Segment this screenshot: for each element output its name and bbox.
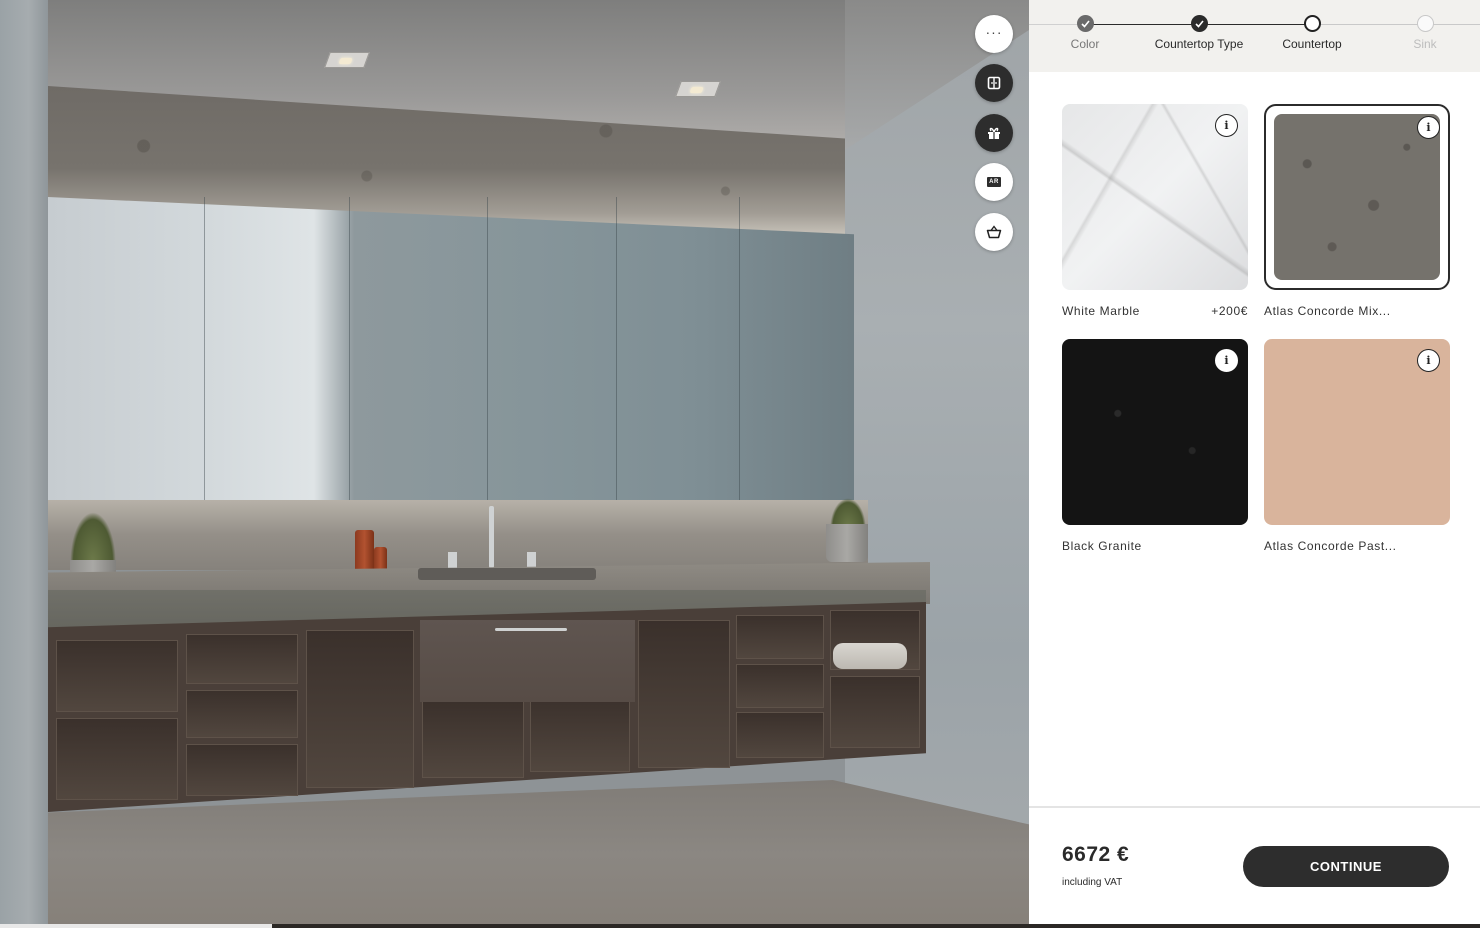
basket-button[interactable] — [975, 213, 1013, 251]
step-sink: Sink — [1365, 15, 1480, 51]
accessories-button[interactable] — [975, 114, 1013, 152]
info-icon[interactable]: i — [1417, 349, 1440, 372]
swatch-frame-selected: i — [1264, 104, 1450, 290]
ar-icon: AR — [987, 177, 1001, 187]
scene-viewport[interactable]: ··· AR — [0, 0, 1029, 928]
ar-view-button[interactable]: AR — [975, 163, 1013, 201]
option-name: Atlas Concorde Mix... — [1264, 304, 1391, 318]
upcoming-step-icon — [1416, 15, 1434, 32]
step-countertop-type[interactable]: Countertop Type — [1139, 15, 1259, 51]
mirror-seam — [204, 197, 205, 507]
mirror-seam — [739, 197, 740, 507]
bottom-bar-light — [0, 924, 272, 928]
swatch-image — [1274, 114, 1440, 280]
cabinet-cubby — [830, 676, 920, 748]
total-price: 6672 € — [1062, 843, 1130, 866]
mirror-cabinet[interactable] — [48, 197, 854, 507]
cabinet-cubby — [736, 664, 824, 708]
mirror-seam — [616, 197, 617, 507]
step-label: Countertop — [1282, 37, 1342, 51]
cabinet-cubby — [186, 744, 298, 796]
cabinet-cubby — [530, 694, 630, 772]
backsplash — [48, 500, 868, 570]
sink[interactable] — [418, 568, 596, 580]
wardrobe-door-icon — [987, 76, 1001, 90]
basket-icon — [986, 225, 1002, 239]
progress-stepper: Color Countertop Type Countertop Sink — [1029, 0, 1480, 72]
vat-note: including VAT — [1062, 877, 1123, 888]
option-white-marble[interactable]: i White Marble +200€ — [1062, 104, 1248, 318]
cabinet-cubby — [186, 634, 298, 684]
option-name: Black Granite — [1062, 539, 1142, 553]
swatch-frame: i — [1062, 339, 1248, 525]
ceiling-spotlight — [675, 81, 721, 97]
mirror-seam — [349, 197, 350, 507]
info-icon[interactable]: i — [1417, 116, 1440, 139]
drawer-handle — [495, 628, 567, 631]
cabinet-cubby — [186, 690, 298, 738]
option-price: +200€ — [1211, 304, 1248, 318]
cabinet-doors-button[interactable] — [975, 64, 1013, 102]
option-atlas-concorde-mix[interactable]: i Atlas Concorde Mix... — [1264, 104, 1450, 318]
continue-button[interactable]: CONTINUE — [1243, 846, 1449, 887]
cabinet-cubby — [56, 718, 178, 800]
gift-icon — [988, 127, 1000, 139]
bathroom-configurator: ··· AR Color Countertop Type Countertop … — [0, 0, 1480, 928]
left-wall — [0, 0, 48, 928]
step-countertop[interactable]: Countertop — [1252, 15, 1372, 51]
step-label: Countertop Type — [1154, 37, 1244, 51]
mirror-seam — [487, 197, 488, 507]
step-label: Sink — [1413, 37, 1437, 51]
cabinet-cubby — [736, 615, 824, 659]
option-name: Atlas Concorde Past... — [1264, 539, 1397, 553]
current-step-icon — [1303, 15, 1321, 32]
more-options-button[interactable]: ··· — [975, 15, 1013, 53]
plant-pot — [826, 524, 868, 562]
swatch-frame: i — [1264, 339, 1450, 525]
faucet — [489, 506, 494, 568]
option-atlas-concorde-pastel[interactable]: i Atlas Concorde Past... — [1264, 339, 1450, 553]
option-name: White Marble — [1062, 304, 1140, 318]
plant — [70, 512, 116, 562]
check-icon — [1190, 15, 1208, 32]
floor — [48, 780, 1029, 928]
check-icon — [1076, 15, 1094, 32]
cabinet-drawer[interactable] — [420, 620, 635, 702]
step-color[interactable]: Color — [1025, 15, 1145, 51]
more-options-icon: ··· — [985, 23, 1003, 40]
cabinet-cubby — [56, 640, 178, 712]
swatch-frame: i — [1062, 104, 1248, 290]
cabinet-cubby — [638, 620, 730, 768]
ceiling-spotlight — [324, 52, 370, 68]
footer-divider — [1029, 806, 1480, 808]
folded-towel — [833, 643, 907, 669]
option-black-granite[interactable]: i Black Granite — [1062, 339, 1248, 553]
cabinet-cubby — [422, 700, 524, 778]
configuration-panel: Color Countertop Type Countertop Sink i — [1029, 0, 1480, 928]
bottom-bar-dark — [272, 924, 1480, 928]
info-icon[interactable]: i — [1215, 114, 1238, 137]
step-label: Color — [1070, 37, 1100, 51]
cabinet-cubby — [736, 712, 824, 758]
info-icon[interactable]: i — [1215, 349, 1238, 372]
cabinet-cubby — [306, 630, 414, 788]
